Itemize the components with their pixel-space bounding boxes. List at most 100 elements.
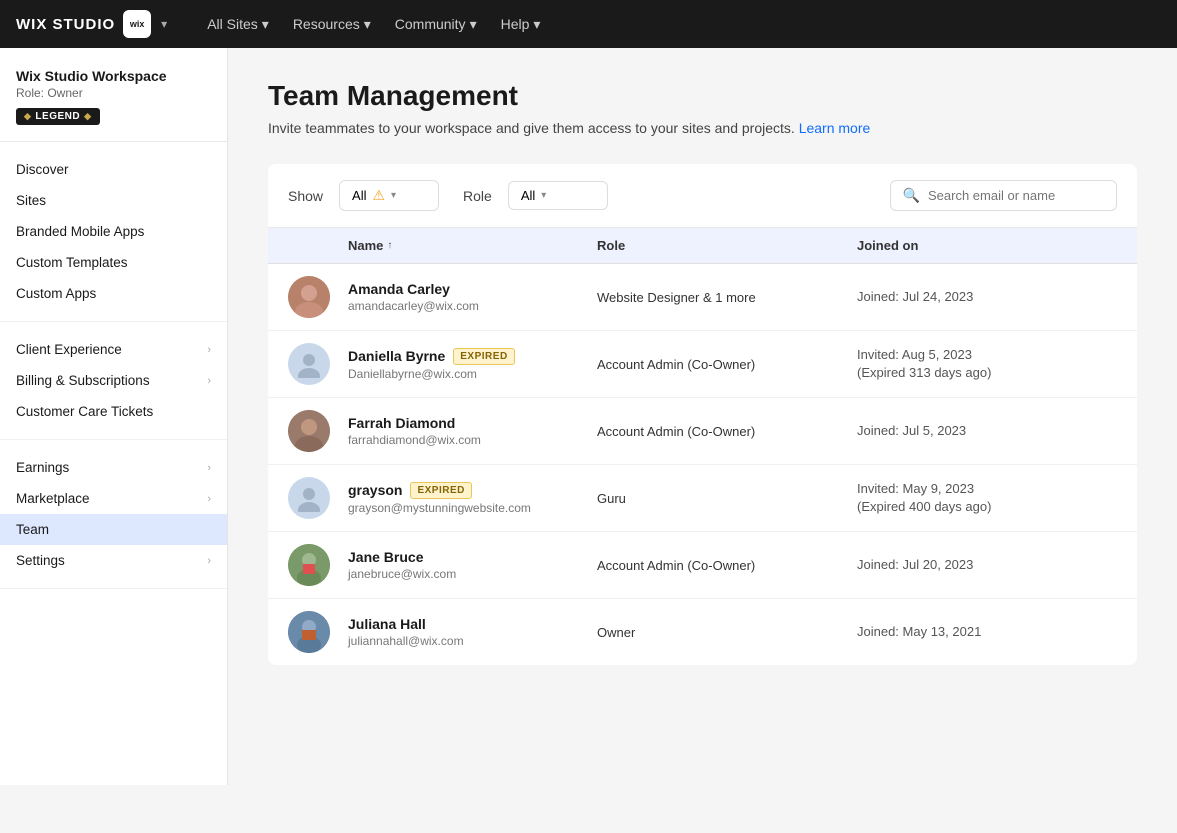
- sidebar-item-customer-care-tickets[interactable]: Customer Care Tickets: [0, 396, 227, 427]
- member-info-3: Farrah Diamond farrahdiamond@wix.com: [348, 415, 597, 447]
- member-joined-3: Joined: Jul 5, 2023: [857, 422, 1117, 440]
- legend-badge: ◆ LEGEND ◆: [16, 108, 100, 125]
- show-filter-dropdown[interactable]: All ⚠ ▾: [339, 180, 439, 211]
- member-joined-1: Joined: Jul 24, 2023: [857, 288, 1117, 306]
- sidebar-item-earnings[interactable]: Earnings ›: [0, 452, 227, 483]
- settings-chevron-icon: ›: [207, 555, 211, 567]
- workspace-info: Wix Studio Workspace Role: Owner ◆ LEGEN…: [0, 48, 227, 142]
- table-row: Farrah Diamond farrahdiamond@wix.com Acc…: [268, 398, 1137, 465]
- member-name-4: grayson EXPIRED: [348, 482, 597, 499]
- nav-resources[interactable]: Resources ▾: [285, 12, 379, 37]
- member-email-3: farrahdiamond@wix.com: [348, 433, 597, 447]
- member-name-3: Farrah Diamond: [348, 415, 597, 431]
- table-header: Name ↑ Role Joined on: [268, 228, 1137, 264]
- member-email-6: juliannahall@wix.com: [348, 634, 597, 648]
- search-icon: 🔍: [903, 187, 920, 204]
- sidebar-item-marketplace[interactable]: Marketplace ›: [0, 483, 227, 514]
- workspace-role: Role: Owner: [16, 86, 211, 100]
- table-row: Daniella Byrne EXPIRED Daniellabyrne@wix…: [268, 331, 1137, 398]
- app-layout: Wix Studio Workspace Role: Owner ◆ LEGEN…: [0, 48, 1177, 785]
- member-info-1: Amanda Carley amandacarley@wix.com: [348, 281, 597, 313]
- avatar: [288, 276, 348, 318]
- expired-badge-4: EXPIRED: [410, 482, 471, 499]
- member-joined-6: Joined: May 13, 2021: [857, 623, 1117, 641]
- name-sort-icon: ↑: [387, 240, 392, 251]
- table-row: Amanda Carley amandacarley@wix.com Websi…: [268, 264, 1137, 331]
- show-label: Show: [288, 188, 323, 204]
- marketplace-chevron-icon: ›: [207, 493, 211, 505]
- member-email-1: amandacarley@wix.com: [348, 299, 597, 313]
- resources-chevron-icon: ▾: [364, 16, 371, 33]
- nav-community[interactable]: Community ▾: [387, 12, 485, 37]
- sidebar-item-custom-templates[interactable]: Custom Templates: [0, 247, 227, 278]
- all-sites-chevron-icon: ▾: [262, 16, 269, 33]
- sidebar-item-custom-apps[interactable]: Custom Apps: [0, 278, 227, 309]
- member-info-2: Daniella Byrne EXPIRED Daniellabyrne@wix…: [348, 348, 597, 381]
- member-role-3: Account Admin (Co-Owner): [597, 424, 857, 439]
- member-avatar-5: [288, 544, 330, 586]
- warning-icon: ⚠: [372, 187, 385, 204]
- member-avatar-4: [288, 477, 330, 519]
- member-name-2: Daniella Byrne EXPIRED: [348, 348, 597, 365]
- team-table: Name ↑ Role Joined on: [268, 228, 1137, 665]
- sidebar-item-billing-subscriptions[interactable]: Billing & Subscriptions ›: [0, 365, 227, 396]
- help-chevron-icon: ▾: [533, 16, 540, 33]
- brand-logo: WIX STUDIO wix ▾: [16, 10, 167, 38]
- nav-help[interactable]: Help ▾: [493, 12, 549, 37]
- member-joined-4: Invited: May 9, 2023 (Expired 400 days a…: [857, 480, 1117, 516]
- sidebar-item-discover[interactable]: Discover: [0, 154, 227, 185]
- sidebar: Wix Studio Workspace Role: Owner ◆ LEGEN…: [0, 48, 228, 785]
- table-row: grayson EXPIRED grayson@mystunningwebsit…: [268, 465, 1137, 532]
- member-joined-5: Joined: Jul 20, 2023: [857, 556, 1117, 574]
- sidebar-item-client-experience[interactable]: Client Experience ›: [0, 334, 227, 365]
- member-avatar-3: [288, 410, 330, 452]
- client-experience-chevron-icon: ›: [207, 344, 211, 356]
- role-filter-caret-icon: ▾: [541, 190, 546, 201]
- earnings-chevron-icon: ›: [207, 462, 211, 474]
- wix-icon-badge: wix: [123, 10, 151, 38]
- member-joined-2: Invited: Aug 5, 2023 (Expired 313 days a…: [857, 346, 1117, 382]
- member-info-5: Jane Bruce janebruce@wix.com: [348, 549, 597, 581]
- sidebar-item-sites[interactable]: Sites: [0, 185, 227, 216]
- member-avatar-1: [288, 276, 330, 318]
- wix-studio-text: WIX STUDIO: [16, 16, 115, 33]
- member-role-1: Website Designer & 1 more: [597, 290, 857, 305]
- table-header-avatar: [288, 238, 348, 253]
- table-header-name[interactable]: Name ↑: [348, 238, 597, 253]
- learn-more-link[interactable]: Learn more: [799, 120, 871, 136]
- member-name-5: Jane Bruce: [348, 549, 597, 565]
- avatar: [288, 343, 348, 385]
- avatar: [288, 544, 348, 586]
- nav-all-sites[interactable]: All Sites ▾: [199, 12, 277, 37]
- avatar: [288, 611, 348, 653]
- page-title: Team Management: [268, 80, 1137, 112]
- role-filter-dropdown[interactable]: All ▾: [508, 181, 608, 210]
- search-box[interactable]: 🔍: [890, 180, 1117, 211]
- diamond-left-icon: ◆: [24, 111, 31, 122]
- billing-chevron-icon: ›: [207, 375, 211, 387]
- table-header-joined: Joined on: [857, 238, 1117, 253]
- member-email-4: grayson@mystunningwebsite.com: [348, 501, 597, 515]
- search-input[interactable]: [928, 188, 1104, 203]
- member-name-6: Juliana Hall: [348, 616, 597, 632]
- expired-badge-2: EXPIRED: [453, 348, 514, 365]
- member-role-6: Owner: [597, 625, 857, 640]
- brand-chevron-icon[interactable]: ▾: [161, 17, 167, 31]
- sidebar-item-team[interactable]: Team: [0, 514, 227, 545]
- table-header-role: Role: [597, 238, 857, 253]
- sidebar-item-settings[interactable]: Settings ›: [0, 545, 227, 576]
- topnav-links: All Sites ▾ Resources ▾ Community ▾ Help…: [199, 12, 548, 37]
- diamond-right-icon: ◆: [84, 111, 91, 122]
- member-info-4: grayson EXPIRED grayson@mystunningwebsit…: [348, 482, 597, 515]
- table-row: Jane Bruce janebruce@wix.com Account Adm…: [268, 532, 1137, 599]
- sidebar-bottom-nav: Earnings › Marketplace › Team Settings ›: [0, 440, 227, 589]
- wix-badge-text: wix: [130, 19, 145, 29]
- community-chevron-icon: ▾: [470, 16, 477, 33]
- page-subtitle: Invite teammates to your workspace and g…: [268, 120, 1137, 136]
- sidebar-item-branded-mobile-apps[interactable]: Branded Mobile Apps: [0, 216, 227, 247]
- top-navigation: WIX STUDIO wix ▾ All Sites ▾ Resources ▾…: [0, 0, 1177, 48]
- filter-bar: Show All ⚠ ▾ Role All ▾ 🔍: [268, 164, 1137, 228]
- workspace-name: Wix Studio Workspace: [16, 68, 211, 84]
- role-label: Role: [463, 188, 492, 204]
- main-content: Team Management Invite teammates to your…: [228, 48, 1177, 785]
